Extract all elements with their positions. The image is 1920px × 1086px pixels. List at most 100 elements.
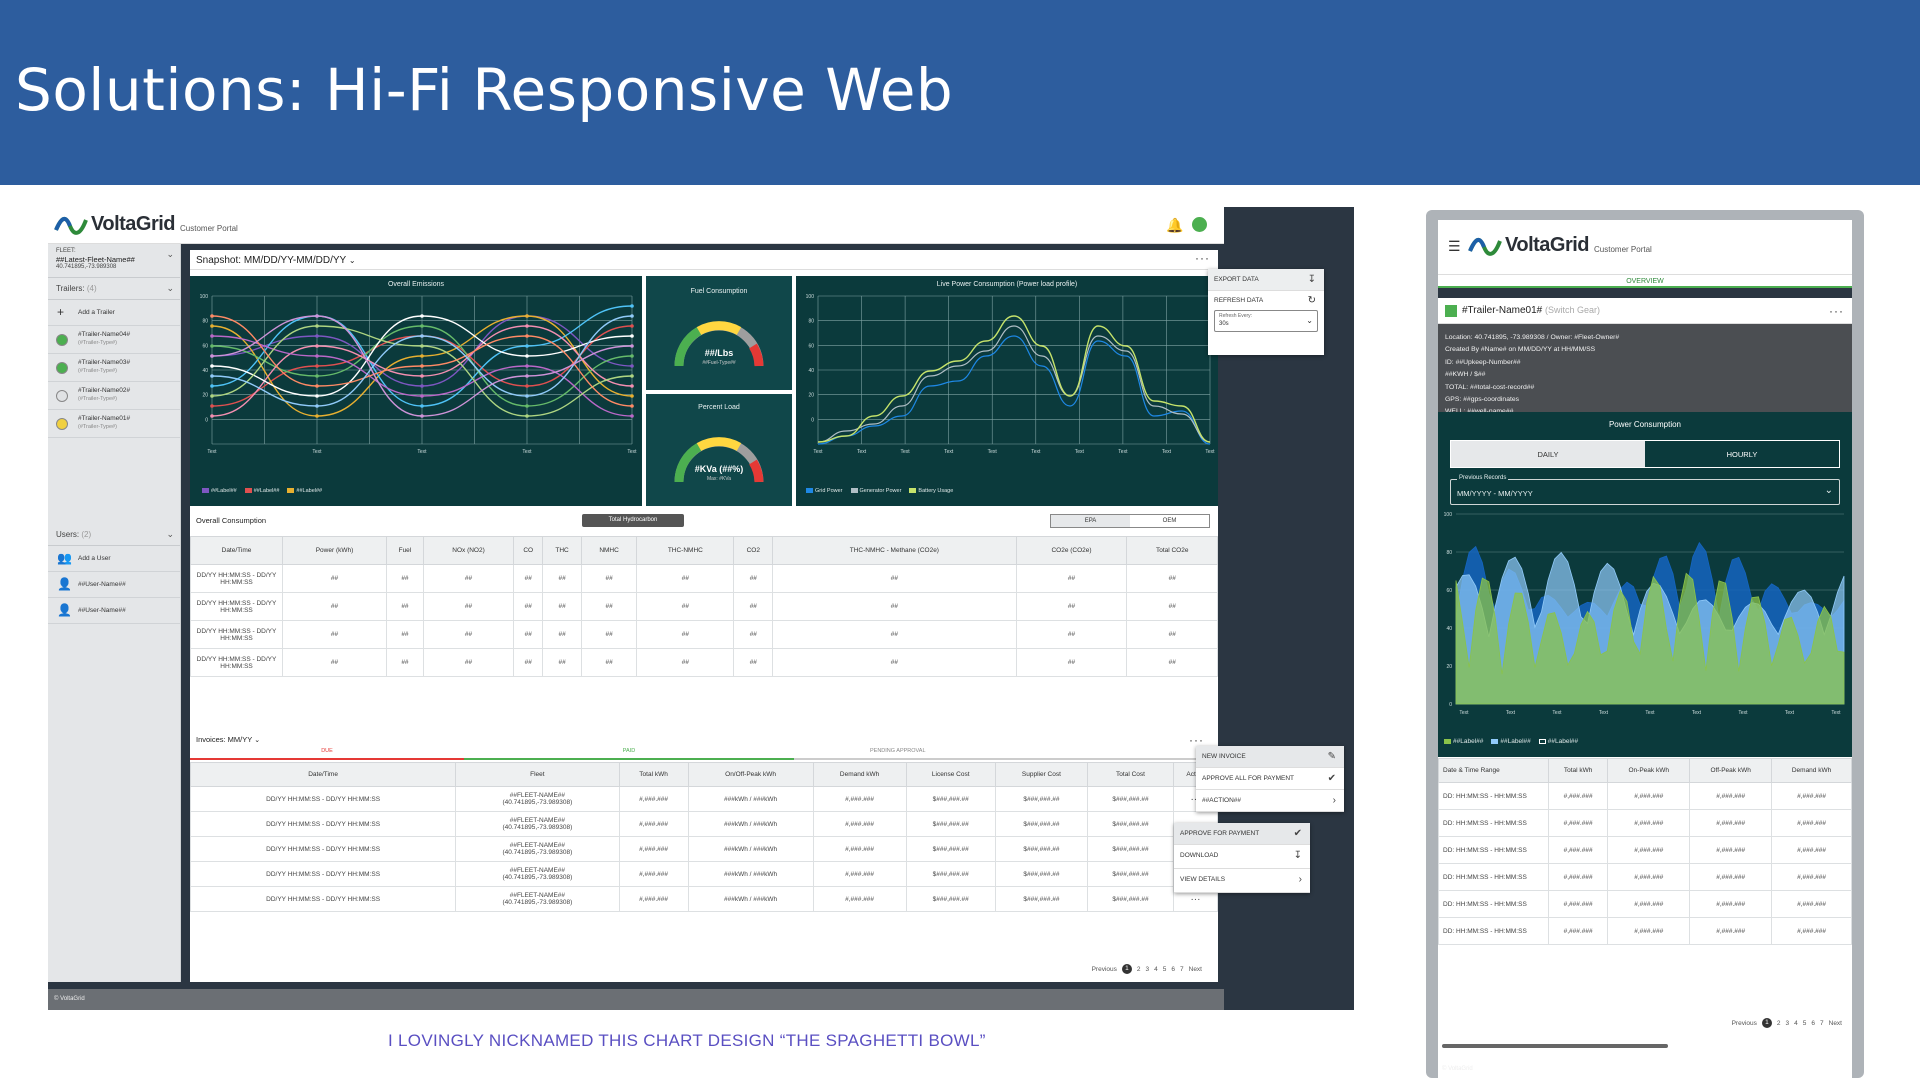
emission-point	[420, 334, 424, 338]
pager-page[interactable]: 2	[1777, 1020, 1781, 1027]
epa-oem-toggle[interactable]: EPA OEM	[1050, 514, 1210, 528]
sidebar-trailer[interactable]: #Trailer-Name04# (#Trailer-Type#)	[48, 326, 180, 354]
download-item[interactable]: DOWNLOAD ↧	[1174, 845, 1310, 869]
value-cell: ##	[1126, 592, 1218, 621]
column-header[interactable]: Date/Time	[189, 762, 457, 787]
x-tick-label: Text	[627, 449, 637, 455]
fleet-selector[interactable]: FLEET: ##Latest-Fleet-Name## 40.741895,-…	[48, 244, 180, 278]
toggle-oem[interactable]: OEM	[1130, 515, 1209, 527]
voltagrid-logo[interactable]: VoltaGrid Customer Portal	[1468, 234, 1652, 257]
value-cell: #,###.###	[1689, 836, 1773, 864]
tab-overview[interactable]: OVERVIEW	[1438, 274, 1852, 288]
scrollbar[interactable]	[1442, 1044, 1668, 1048]
pager-page[interactable]: 4	[1794, 1020, 1798, 1027]
y-tick-label: 20	[808, 393, 814, 399]
voltagrid-logo[interactable]: VoltaGrid Customer Portal	[54, 213, 238, 236]
more-options-icon[interactable]: ···	[1829, 304, 1844, 318]
snapshot-header[interactable]: Snapshot: MM/DD/YY-MM/DD/YY ⌄ ···	[190, 250, 1218, 270]
segment-daily[interactable]: DAILY	[1451, 441, 1645, 467]
sidebar-trailer[interactable]: #Trailer-Name02# (#Trailer-Type#)	[48, 382, 180, 410]
refresh-interval-select[interactable]: Refresh Every: 30s ⌄	[1214, 310, 1318, 332]
pager-page[interactable]: 6	[1811, 1020, 1815, 1027]
date-cell: DD: HH:MM:SS - HH:MM:SS	[1438, 782, 1549, 810]
add-user-button[interactable]: 👥 Add a User	[48, 546, 180, 572]
pager-page[interactable]: 5	[1803, 1020, 1807, 1027]
fleet-coords: (40.741895,-73.989308)	[502, 824, 573, 831]
pager-page[interactable]: 1	[1121, 964, 1132, 974]
sidebar-user[interactable]: 👤 ##User-Name##	[48, 598, 180, 624]
approve-all-item[interactable]: APPROVE ALL FOR PAYMENT ✔	[1196, 768, 1344, 790]
pager-next[interactable]: Next	[1189, 966, 1202, 973]
refresh-data-item[interactable]: REFRESH DATA ↻ Refresh Every: 30s ⌄	[1208, 291, 1324, 355]
value-cell: #,###.###	[1689, 809, 1773, 837]
value-cell: ##	[733, 648, 774, 677]
new-invoice-item[interactable]: NEW INVOICE ✎	[1196, 746, 1344, 768]
invoices-header[interactable]: Invoices: MM/YY ⌄	[196, 735, 260, 744]
pager-page[interactable]: 3	[1146, 966, 1150, 973]
view-details-item[interactable]: VIEW DETAILS ›	[1174, 869, 1310, 893]
user-account-icon[interactable]	[1192, 217, 1207, 232]
consumption-table: Date/Time Power (kWh) Fuel NOx (NO2) CO THC NM…	[190, 536, 1218, 677]
value-cell: #,###.###	[1607, 782, 1691, 810]
value-cell: #,###.###	[1771, 917, 1852, 945]
sidebar-trailer[interactable]: #Trailer-Name03# (#Trailer-Type#)	[48, 354, 180, 382]
previous-records-select[interactable]: Previous Records MM/YYYY - MM/YYYY ⌄	[1450, 475, 1840, 505]
column-header: Total kWh	[618, 762, 689, 787]
pager-page[interactable]: 7	[1820, 1020, 1824, 1027]
value-cell: ##	[281, 648, 388, 677]
hamburger-menu-icon[interactable]: ☰	[1448, 238, 1461, 255]
download-icon: ↧	[1293, 850, 1302, 861]
column-header[interactable]: Date/Time	[190, 536, 283, 565]
users-header[interactable]: Users: (2) ⌄	[48, 524, 180, 546]
sidebar-trailer[interactable]: #Trailer-Name01# (#Trailer-Type#)	[48, 410, 180, 438]
row-more-icon[interactable]: ···	[1190, 894, 1200, 905]
tab-pending-approval[interactable]: PENDING APPROVAL	[794, 748, 1218, 760]
cost-cell: $###,###.##	[1087, 886, 1174, 912]
pager-page[interactable]: 4	[1154, 966, 1158, 973]
trailers-header[interactable]: Trailers: (4) ⌄	[48, 278, 180, 300]
x-tick-label: Text	[1075, 449, 1085, 455]
more-options-icon[interactable]: ···	[1189, 733, 1204, 747]
pager-prev[interactable]: Previous	[1092, 966, 1117, 973]
pager-page[interactable]: 2	[1137, 966, 1141, 973]
action-item[interactable]: ##ACTION## ›	[1196, 790, 1344, 812]
person-icon: 👤	[57, 577, 72, 591]
value-cell: ##	[386, 592, 424, 621]
users-count: (2)	[81, 530, 92, 539]
daily-hourly-toggle[interactable]: DAILY HOURLY	[1450, 440, 1840, 468]
pager-next[interactable]: Next	[1829, 1020, 1842, 1027]
sidebar-user[interactable]: 👤 ##User-Name##	[48, 572, 180, 598]
pager-page[interactable]: 1	[1761, 1018, 1772, 1028]
fuel-type: ##Fuel-Type##	[702, 360, 736, 366]
toggle-epa[interactable]: EPA	[1051, 515, 1130, 527]
segment-hourly[interactable]: HOURLY	[1645, 441, 1839, 467]
previous-records-label: Previous Records	[1457, 475, 1509, 481]
emission-point	[420, 404, 424, 408]
pager-prev[interactable]: Previous	[1732, 1020, 1757, 1027]
value-cell: ##	[542, 648, 582, 677]
emission-point	[210, 374, 214, 378]
pager-page[interactable]: 6	[1171, 966, 1175, 973]
trailer-header: #Trailer-Name01# (Switch Gear) ···	[1438, 298, 1852, 324]
brand-name: VoltaGrid	[91, 213, 176, 235]
tab-paid[interactable]: PAID	[464, 748, 794, 760]
value-cell: #,###.###	[1771, 809, 1852, 837]
x-tick-label: Text	[988, 449, 998, 455]
export-data-item[interactable]: EXPORT DATA ↧	[1208, 269, 1324, 291]
chevron-down-icon: ⌄	[254, 737, 261, 744]
pager-page[interactable]: 3	[1786, 1020, 1790, 1027]
cost-cell: $###,###.##	[994, 886, 1089, 912]
more-options-icon[interactable]: ···	[1195, 251, 1210, 265]
x-tick-label: Text	[417, 449, 427, 455]
tab-due[interactable]: DUE	[190, 748, 464, 760]
emission-point	[420, 414, 424, 418]
notification-bell-icon[interactable]: 🔔	[1166, 217, 1183, 234]
approve-for-payment-item[interactable]: APPROVE FOR PAYMENT ✔	[1174, 823, 1310, 845]
column-header: On/Off-Peak kWh	[687, 762, 814, 787]
power-consumption-chart: 100 80 60 40 20 0 Text Text Text Text Text Text Text…	[1444, 512, 1845, 716]
fuel-title: Fuel Consumption	[690, 288, 748, 295]
add-trailer-button[interactable]: + Add a Trailer	[48, 300, 180, 326]
pager-page[interactable]: 7	[1180, 966, 1184, 973]
emission-point	[210, 394, 214, 398]
pager-page[interactable]: 5	[1163, 966, 1167, 973]
